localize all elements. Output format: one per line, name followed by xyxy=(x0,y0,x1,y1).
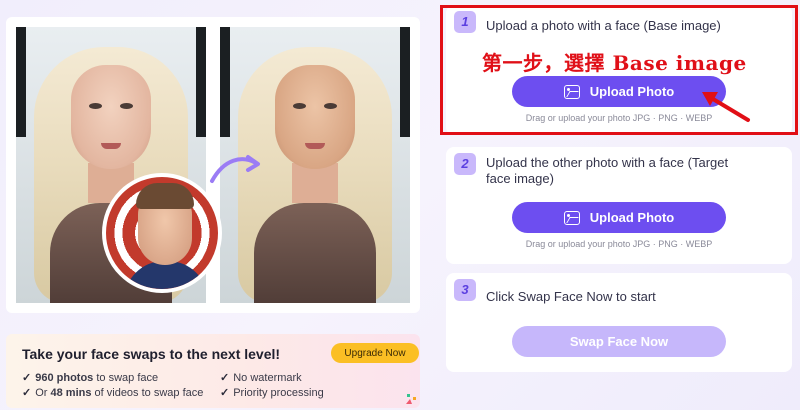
button-label: Upload Photo xyxy=(589,210,675,225)
photos-count: 960 photos xyxy=(35,372,94,384)
upgrade-button[interactable]: Upgrade Now xyxy=(331,343,419,363)
upgrade-promo: Take your face swaps to the next level! … xyxy=(6,334,420,408)
check-icon: ✓ xyxy=(22,387,32,399)
step-description: Upload the other photo with a face (Targ… xyxy=(486,155,729,186)
check-icon: ✓ xyxy=(22,372,32,384)
window-frame xyxy=(16,27,26,137)
upload-target-photo-button[interactable]: Upload Photo xyxy=(512,202,726,233)
window-frame xyxy=(220,27,230,137)
promo-title: Take your face swaps to the next level! xyxy=(22,346,281,362)
videos-prefix: Or xyxy=(35,387,51,399)
no-watermark-text: No watermark xyxy=(233,372,302,384)
step-3-card: 3 Click Swap Face Now to start Swap Face… xyxy=(446,273,792,372)
check-icon: ✓ xyxy=(220,372,230,384)
check-icon: ✓ xyxy=(220,387,230,399)
face-swap-preview xyxy=(6,17,420,313)
annotation-text: 第一步，選擇 Base image xyxy=(482,51,747,75)
upload-hint: Drag or upload your photo JPG · PNG · WE… xyxy=(525,239,713,249)
dress xyxy=(254,203,376,303)
face xyxy=(275,65,355,169)
confetti-icon xyxy=(406,394,416,404)
step-number: 3 xyxy=(454,279,476,301)
step-number: 2 xyxy=(454,153,476,175)
feature-photos: ✓ 960 photos to swap face xyxy=(22,371,158,384)
videos-count: 48 mins xyxy=(50,387,92,399)
priority-text: Priority processing xyxy=(233,387,324,399)
videos-text: of videos to swap face xyxy=(91,387,204,399)
neck xyxy=(292,163,338,203)
eye xyxy=(293,103,306,109)
eye xyxy=(120,103,133,109)
avatar-hair xyxy=(136,183,194,209)
feature-videos: ✓ Or 48 mins of videos to swap face xyxy=(22,386,203,399)
swap-face-now-button[interactable]: Swap Face Now xyxy=(512,326,726,357)
mouth xyxy=(101,143,121,149)
feature-no-watermark: ✓ No watermark xyxy=(220,371,302,384)
mouth xyxy=(305,143,325,149)
feature-priority: ✓ Priority processing xyxy=(220,386,324,399)
photos-text: to swap face xyxy=(93,372,159,384)
eye xyxy=(324,103,337,109)
annotation-arrow-icon xyxy=(702,92,750,122)
window-frame xyxy=(196,27,206,137)
swap-arrow-icon xyxy=(210,155,260,183)
source-face-avatar xyxy=(102,173,222,293)
eye xyxy=(89,103,102,109)
step-2-card: 2 Upload the other photo with a face (Ta… xyxy=(446,147,792,264)
avatar-body xyxy=(124,261,208,289)
window-frame xyxy=(400,27,410,137)
image-icon xyxy=(563,210,580,225)
step-description: Click Swap Face Now to start xyxy=(486,289,656,304)
face xyxy=(71,65,151,169)
